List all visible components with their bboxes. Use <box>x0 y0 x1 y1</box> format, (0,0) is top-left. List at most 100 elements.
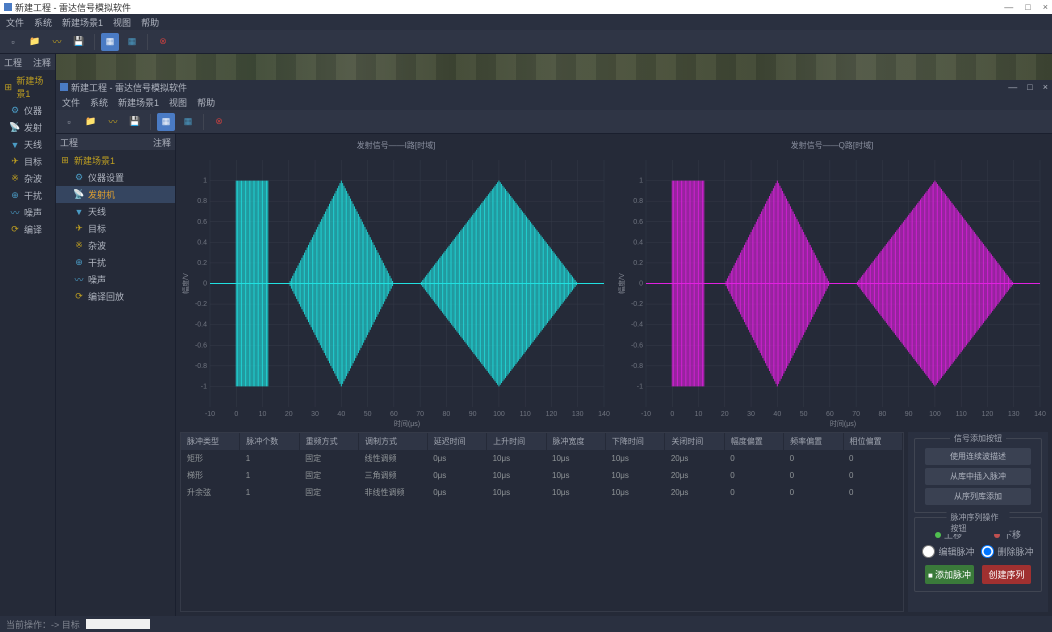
svg-text:50: 50 <box>364 411 372 418</box>
svg-text:-1: -1 <box>637 383 643 390</box>
table-header[interactable]: 脉冲宽度 <box>546 433 605 450</box>
satellite-map-strip[interactable] <box>56 54 1052 80</box>
tree-item[interactable]: 📡发射机 <box>56 186 175 203</box>
tree-item[interactable]: ※杂波 <box>0 170 55 187</box>
tree-item[interactable]: 〰噪声 <box>0 204 55 221</box>
tree-root[interactable]: ⊞ 新建场景1 <box>0 72 55 102</box>
table-cell: 线性调频 <box>359 450 428 467</box>
toolbar-layout2-icon[interactable]: ▦ <box>123 33 141 51</box>
table-header[interactable]: 脉冲类型 <box>181 433 240 450</box>
maximize-icon[interactable]: □ <box>1027 82 1032 92</box>
inner-project-panel: 工程 注释 ⊞新建场景1⚙仪器设置📡发射机▼天线✈目标※杂波⊕干扰〰噪声⟳编译回… <box>56 134 176 616</box>
inner-window-title: 新建工程 - 雷达信号模拟软件 <box>71 81 187 94</box>
tree-item[interactable]: ⚙仪器 <box>0 102 55 119</box>
tree-item[interactable]: ⟳编译 <box>0 221 55 238</box>
toolbar-folder-icon[interactable]: 📁 <box>82 113 100 131</box>
chart-canvas[interactable]: -100102030405060708090100110120130140-1-… <box>180 153 612 430</box>
edit-pulse-radio[interactable]: 编辑脉冲 <box>922 545 974 558</box>
menu-scene[interactable]: 新建场景1 <box>118 96 159 109</box>
tree-label: 杂波 <box>88 239 106 252</box>
table-header[interactable]: 相位偏置 <box>843 433 902 450</box>
menu-view[interactable]: 视图 <box>169 96 187 109</box>
add-from-seq-button[interactable]: 从序列库添加 <box>925 488 1031 505</box>
svg-text:1: 1 <box>639 178 643 185</box>
toolbar-layout1-icon[interactable]: ▦ <box>101 33 119 51</box>
tree-icon: ⊕ <box>10 191 20 201</box>
tree-item[interactable]: 〰噪声 <box>56 271 175 288</box>
menu-scene[interactable]: 新建场景1 <box>62 16 103 29</box>
toolbar-wave-icon[interactable]: 〰 <box>104 113 122 131</box>
menu-file[interactable]: 文件 <box>6 16 24 29</box>
toolbar-new-icon[interactable]: ▫ <box>60 113 78 131</box>
tree-item[interactable]: ⊕干扰 <box>0 187 55 204</box>
tree-item[interactable]: ✈目标 <box>56 220 175 237</box>
chart-canvas[interactable]: -100102030405060708090100110120130140-1-… <box>616 153 1048 430</box>
tree-item[interactable]: ▼天线 <box>0 136 55 153</box>
menu-view[interactable]: 视图 <box>113 16 131 29</box>
table-header[interactable]: 频率偏置 <box>784 433 843 450</box>
insert-from-lib-button[interactable]: 从库中插入脉冲 <box>925 468 1031 485</box>
tree-root[interactable]: ⊞新建场景1 <box>56 152 175 169</box>
toolbar-new-icon[interactable]: ▫ <box>4 33 22 51</box>
table-cell: 10μs <box>487 484 546 501</box>
tree-item[interactable]: 📡发射 <box>0 119 55 136</box>
minimize-icon[interactable]: — <box>1008 82 1017 92</box>
toolbar-wave-icon[interactable]: 〰 <box>48 33 66 51</box>
minimize-icon[interactable]: — <box>1004 2 1013 12</box>
toolbar-layout2-icon[interactable]: ▦ <box>179 113 197 131</box>
status-bar: 当前操作：-> 目标 <box>0 616 1052 632</box>
use-cw-button[interactable]: 使用连续波描述 <box>925 448 1031 465</box>
close-icon[interactable]: × <box>1043 82 1048 92</box>
table-header[interactable]: 幅度偏置 <box>724 433 783 450</box>
table-row[interactable]: 梯形1固定三角调频0μs10μs10μs10μs20μs000 <box>181 467 903 484</box>
svg-text:0: 0 <box>670 411 674 418</box>
svg-text:10: 10 <box>695 411 703 418</box>
table-header[interactable]: 下降时间 <box>605 433 664 450</box>
table-header[interactable]: 关闭时间 <box>665 433 724 450</box>
table-cell: 0 <box>843 484 902 501</box>
delete-pulse-radio[interactable]: 删除脉冲 <box>981 545 1033 558</box>
toolbar-close-icon[interactable]: ⊗ <box>210 113 228 131</box>
tree-icon: ⟳ <box>10 225 20 235</box>
pulse-table[interactable]: 脉冲类型脉冲个数重频方式调制方式延迟时间上升时间脉冲宽度下降时间关闭时间幅度偏置… <box>180 432 904 612</box>
tree-item[interactable]: ⚙仪器设置 <box>56 169 175 186</box>
tree-item[interactable]: ⟳编译回放 <box>56 288 175 305</box>
menu-system[interactable]: 系统 <box>34 16 52 29</box>
add-pulse-button[interactable]: ■ 添加脉冲 <box>925 565 975 584</box>
svg-text:-0.4: -0.4 <box>195 322 207 329</box>
tree-item[interactable]: ▼天线 <box>56 203 175 220</box>
tree-item[interactable]: ※杂波 <box>56 237 175 254</box>
svg-text:-0.4: -0.4 <box>631 322 643 329</box>
outer-window-title: 新建工程 - 雷达信号模拟软件 <box>15 1 131 14</box>
table-header[interactable]: 脉冲个数 <box>240 433 299 450</box>
close-icon[interactable]: × <box>1043 2 1048 12</box>
svg-text:90: 90 <box>905 411 913 418</box>
table-header[interactable]: 重频方式 <box>299 433 358 450</box>
tree-item[interactable]: ✈目标 <box>0 153 55 170</box>
menu-help[interactable]: 帮助 <box>197 96 215 109</box>
tree-label: 干扰 <box>88 256 106 269</box>
tree-icon: ⚙ <box>10 106 20 116</box>
toolbar-folder-icon[interactable]: 📁 <box>26 33 44 51</box>
menu-file[interactable]: 文件 <box>62 96 80 109</box>
tree-label: 新建场景1 <box>16 74 51 100</box>
table-row[interactable]: 矩形1固定线性调频0μs10μs10μs10μs20μs000 <box>181 450 903 467</box>
menu-system[interactable]: 系统 <box>90 96 108 109</box>
menu-help[interactable]: 帮助 <box>141 16 159 29</box>
table-header[interactable]: 调制方式 <box>359 433 428 450</box>
table-row[interactable]: 升余弦1固定非线性调频0μs10μs10μs10μs20μs000 <box>181 484 903 501</box>
tree-label: 噪声 <box>88 273 106 286</box>
tree-icon: ⚙ <box>74 173 84 183</box>
tree-item[interactable]: ⊕干扰 <box>56 254 175 271</box>
toolbar-save-icon[interactable]: 💾 <box>126 113 144 131</box>
svg-text:0: 0 <box>234 411 238 418</box>
tree-icon: ⊞ <box>4 82 12 92</box>
table-header[interactable]: 延迟时间 <box>427 433 486 450</box>
toolbar-layout1-icon[interactable]: ▦ <box>157 113 175 131</box>
create-seq-button[interactable]: 创建序列 <box>982 565 1032 584</box>
status-label: 当前操作：-> 目标 <box>6 618 80 631</box>
toolbar-save-icon[interactable]: 💾 <box>70 33 88 51</box>
maximize-icon[interactable]: □ <box>1025 2 1030 12</box>
table-header[interactable]: 上升时间 <box>487 433 546 450</box>
toolbar-close-icon[interactable]: ⊗ <box>154 33 172 51</box>
